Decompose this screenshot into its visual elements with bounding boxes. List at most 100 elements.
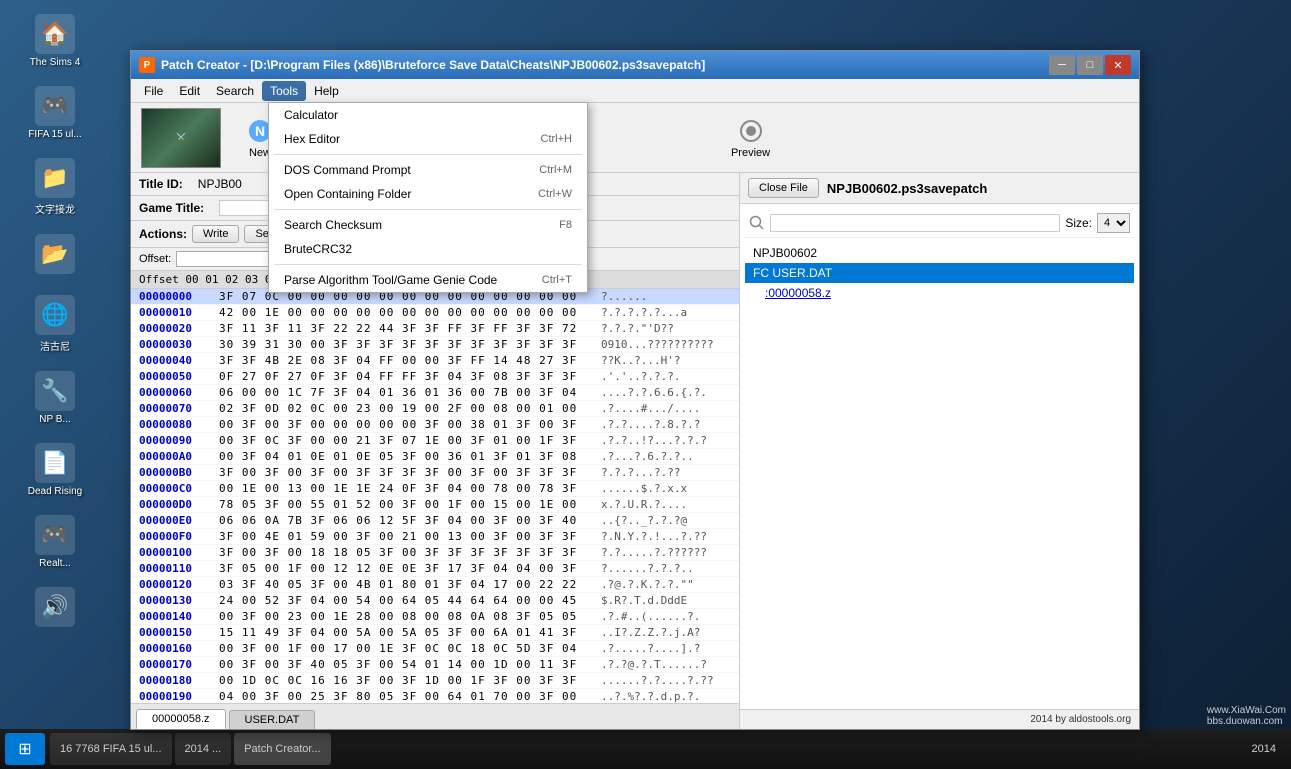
desktop-icon-realtek[interactable]: 🔊 — [5, 583, 105, 634]
table-row[interactable]: 000000E0 06 06 0A 7B 3F 06 06 12 5F 3F 0… — [131, 513, 739, 529]
tools-dropdown: Calculator Hex Editor Ctrl+H DOS Command… — [268, 102, 588, 293]
dropdown-open-folder[interactable]: Open Containing Folder Ctrl+W — [269, 182, 587, 206]
table-row[interactable]: 00000060 06 00 00 1C 7F 3F 04 01 36 01 3… — [131, 385, 739, 401]
preview-icon — [735, 117, 767, 145]
offset-label: Offset: — [139, 253, 171, 265]
title-bar: P Patch Creator - [D:\Program Files (x86… — [131, 51, 1139, 79]
size-label: Size: — [1065, 216, 1092, 230]
search-bar: Size: 4 2 1 8 — [745, 209, 1134, 238]
desktop-icon-np[interactable]: 📄 Dead Rising — [5, 439, 105, 501]
menu-bar: File Edit Search Tools Help — [131, 79, 1139, 103]
desktop-icon-deadrising[interactable]: 🎮 Realt... — [5, 511, 105, 573]
table-row[interactable]: 00000160 00 3F 00 1F 00 17 00 1E 3F 0C 0… — [131, 641, 739, 657]
table-row[interactable]: 00000120 03 3F 40 05 3F 00 4B 01 80 01 3… — [131, 577, 739, 593]
desktop-icon-game[interactable]: 🎮 FIFA 15 ul... — [5, 82, 105, 144]
dropdown-dos-cmd[interactable]: DOS Command Prompt Ctrl+M — [269, 158, 587, 182]
deadrising-label: Realt... — [39, 558, 71, 569]
explorer-icon: 📂 — [35, 234, 75, 274]
game-title-label: Game Title: — [139, 201, 204, 215]
table-row[interactable]: 00000180 00 1D 0C 0C 16 16 3F 00 3F 1D 0… — [131, 673, 739, 689]
dropdown-parse-algo[interactable]: Parse Algorithm Tool/Game Genie Code Ctr… — [269, 268, 587, 292]
table-row[interactable]: 00000130 24 00 52 3F 04 00 54 00 64 05 4… — [131, 593, 739, 609]
table-row[interactable]: 00000110 3F 05 00 1F 00 12 12 0E 0E 3F 1… — [131, 561, 739, 577]
close-button[interactable]: ✕ — [1105, 55, 1131, 75]
table-row[interactable]: 00000070 02 3F 0D 02 0C 00 23 00 19 00 2… — [131, 401, 739, 417]
table-row[interactable]: 000000C0 00 1E 00 13 00 1E 1E 24 0F 3F 0… — [131, 481, 739, 497]
table-row[interactable]: 00000020 3F 11 3F 11 3F 22 22 44 3F 3F F… — [131, 321, 739, 337]
file-bar: Close File NPJB00602.ps3savepatch — [740, 173, 1139, 204]
table-row[interactable]: 00000190 04 00 3F 00 25 3F 80 05 3F 00 6… — [131, 689, 739, 703]
table-row[interactable]: 00000150 15 11 49 3F 04 00 5A 00 5A 05 3… — [131, 625, 739, 641]
file-title: NPJB00602.ps3savepatch — [827, 181, 987, 196]
preview-button[interactable]: Preview — [723, 112, 778, 164]
table-row[interactable]: 00000090 00 3F 0C 3F 00 00 21 3F 07 1E 0… — [131, 433, 739, 449]
game-icon: 🎮 — [35, 86, 75, 126]
offset-input[interactable] — [176, 251, 276, 267]
tree-file-item[interactable]: :00000058.z — [745, 283, 1134, 303]
hex-data-area[interactable]: 00000000 3F 07 0C 00 00 00 00 00 00 00 0… — [131, 289, 739, 703]
search-checksum-label: Search Checksum — [284, 218, 559, 232]
desktop-icon-explorer[interactable]: 📂 — [5, 230, 105, 281]
213wa-label: 洁古尼 — [40, 338, 70, 353]
desktop-icon-word[interactable]: 📁 文字接龙 — [5, 154, 105, 220]
tab-user-dat[interactable]: USER.DAT — [229, 710, 316, 729]
desktop-icon-sims4[interactable]: 🏠 The Sims 4 — [5, 10, 105, 72]
table-row[interactable]: 000000D0 78 05 3F 00 55 01 52 00 3F 00 1… — [131, 497, 739, 513]
taskbar-item-2[interactable]: 2014 ... — [175, 733, 232, 765]
row-ascii: ?...... — [601, 290, 731, 303]
search-icon — [749, 215, 765, 231]
separator-2 — [274, 209, 582, 210]
taskbar-item-1[interactable]: 16 7768 FIFA 15 ul... — [50, 733, 172, 765]
brand-1: www.XiaWai.Com — [1207, 705, 1286, 716]
menu-search[interactable]: Search — [208, 81, 262, 101]
right-panel: Close File NPJB00602.ps3savepatch Size: … — [739, 173, 1139, 729]
desktop-icon-213wa[interactable]: 🌐 洁古尼 — [5, 291, 105, 357]
taskbar-item-3[interactable]: Patch Creator... — [234, 733, 330, 765]
search-input[interactable] — [770, 214, 1060, 232]
table-row[interactable]: 00000140 00 3F 00 23 00 1E 28 00 08 00 0… — [131, 609, 739, 625]
brutecrc32-label: BruteCRC32 — [284, 242, 572, 256]
table-row[interactable]: 00000030 30 39 31 30 00 3F 3F 3F 3F 3F 3… — [131, 337, 739, 353]
row-offset: 00000000 — [139, 290, 219, 303]
game-label: FIFA 15 ul... — [28, 129, 81, 140]
np-label: Dead Rising — [28, 486, 82, 497]
tree-root[interactable]: NPJB00602 — [745, 243, 1134, 263]
jieguni-label: NP B... — [39, 414, 71, 425]
menu-help[interactable]: Help — [306, 81, 347, 101]
actions-label: Actions: — [139, 227, 187, 241]
table-row[interactable]: 00000010 42 00 1E 00 00 00 00 00 00 00 0… — [131, 305, 739, 321]
table-row[interactable]: 000000F0 3F 00 4E 01 59 00 3F 00 21 00 1… — [131, 529, 739, 545]
tree-selected[interactable]: FC USER.DAT — [745, 263, 1134, 283]
desktop-icon-jieguny[interactable]: 🔧 NP B... — [5, 367, 105, 429]
maximize-button[interactable]: □ — [1077, 55, 1103, 75]
table-row[interactable]: 00000040 3F 3F 4B 2E 08 3F 04 FF 00 00 3… — [131, 353, 739, 369]
calculator-label: Calculator — [284, 108, 572, 122]
hex-editor-shortcut: Ctrl+H — [541, 133, 572, 145]
table-row[interactable]: 00000100 3F 00 3F 00 18 18 05 3F 00 3F 3… — [131, 545, 739, 561]
table-row[interactable]: 00000080 00 3F 00 3F 00 00 00 00 00 3F 0… — [131, 417, 739, 433]
title-id-value: NPJB00 — [198, 177, 242, 191]
table-row[interactable]: 000000B0 3F 00 3F 00 3F 00 3F 3F 3F 3F 0… — [131, 465, 739, 481]
minimize-button[interactable]: ─ — [1049, 55, 1075, 75]
dropdown-search-checksum[interactable]: Search Checksum F8 — [269, 213, 587, 237]
menu-edit[interactable]: Edit — [171, 81, 208, 101]
deadrising-icon: 🎮 — [35, 515, 75, 555]
table-row[interactable]: 000000A0 00 3F 04 01 0E 01 0E 05 3F 00 3… — [131, 449, 739, 465]
dos-cmd-shortcut: Ctrl+M — [539, 164, 572, 176]
menu-file[interactable]: File — [136, 81, 171, 101]
tab-hex-file[interactable]: 00000058.z — [136, 709, 226, 729]
table-row[interactable]: 00000170 00 3F 00 3F 40 05 3F 00 54 01 1… — [131, 657, 739, 673]
sims4-label: The Sims 4 — [30, 57, 81, 68]
close-file-button[interactable]: Close File — [748, 178, 819, 198]
window-title: Patch Creator - [D:\Program Files (x86)\… — [161, 58, 1049, 72]
dropdown-calculator[interactable]: Calculator — [269, 103, 587, 127]
parse-algo-label: Parse Algorithm Tool/Game Genie Code — [284, 273, 542, 287]
table-row[interactable]: 00000050 0F 27 0F 27 0F 3F 04 FF FF 3F 0… — [131, 369, 739, 385]
write-button[interactable]: Write — [192, 225, 239, 243]
start-button[interactable]: ⊞ — [5, 733, 45, 765]
dropdown-hex-editor[interactable]: Hex Editor Ctrl+H — [269, 127, 587, 151]
menu-tools[interactable]: Tools — [262, 81, 306, 101]
size-select[interactable]: 4 2 1 8 — [1097, 213, 1130, 233]
dropdown-brutecrc32[interactable]: BruteCRC32 — [269, 237, 587, 261]
svg-text:N: N — [255, 123, 265, 139]
